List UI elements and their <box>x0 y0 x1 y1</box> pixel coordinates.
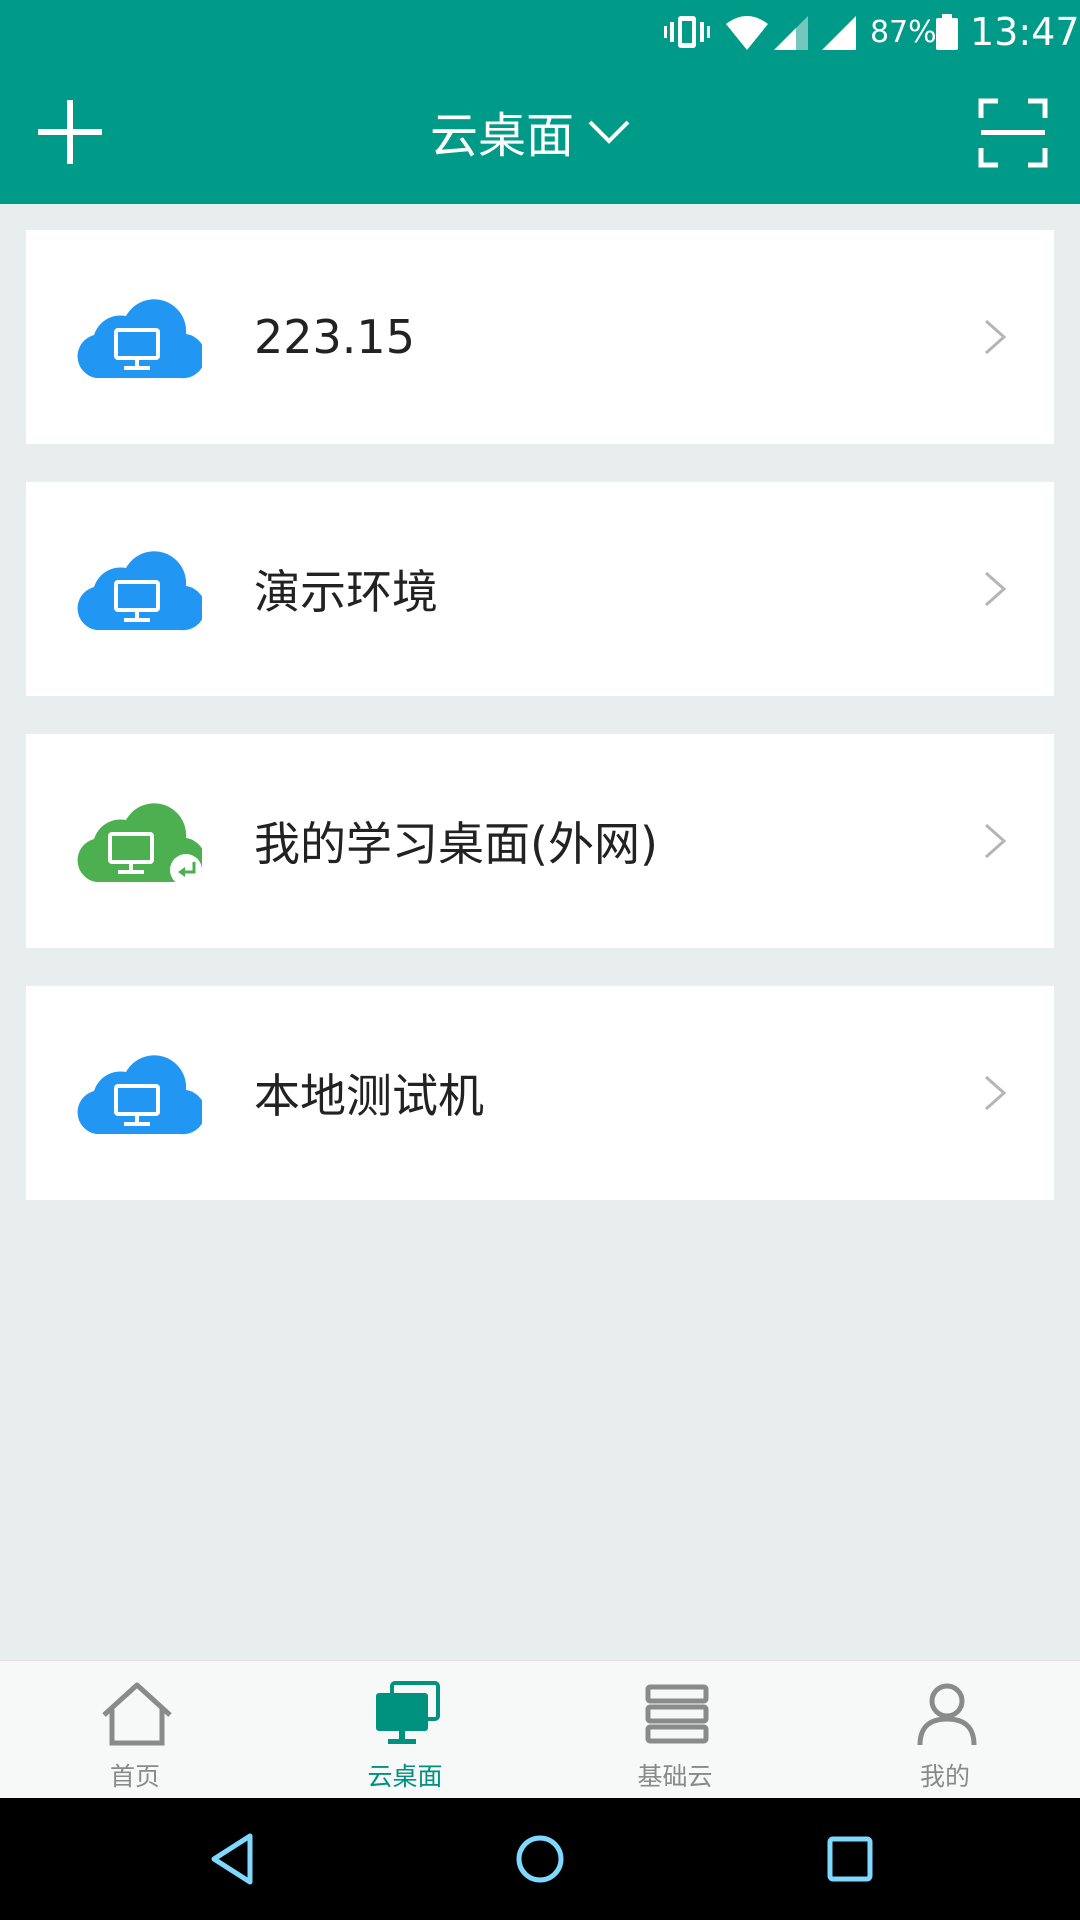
back-icon <box>211 1833 253 1885</box>
back-button[interactable] <box>198 1824 268 1894</box>
desktop-item-label: 我的学习桌面(外网) <box>254 817 658 871</box>
add-icon <box>38 100 102 164</box>
tab-mine[interactable]: 我的 <box>810 1661 1080 1799</box>
home-icon <box>102 1682 172 1746</box>
vibrate-icon <box>664 0 714 64</box>
tab-infrastructure-cloud[interactable]: 基础云 <box>540 1661 810 1799</box>
user-icon <box>917 1683 977 1746</box>
scan-icon <box>978 98 1048 168</box>
cloud-desktop-shared-icon <box>77 803 202 886</box>
home-circle-icon <box>516 1835 564 1883</box>
desktop-item-label: 223.15 <box>254 310 415 364</box>
cloud-desktop-icon <box>77 299 202 379</box>
recents-icon <box>827 1836 873 1882</box>
signal-icon <box>772 0 812 64</box>
top-bar: 87% 13:47 云桌面 <box>0 0 1080 204</box>
status-bar: 87% 13:47 <box>0 0 1080 64</box>
recents-button[interactable] <box>815 1824 885 1894</box>
desktop-item[interactable]: 223.15 <box>26 230 1054 444</box>
desktop-item[interactable]: 演示环境 <box>26 482 1054 696</box>
server-icon <box>645 1684 709 1744</box>
desktop-item-label: 本地测试机 <box>254 1069 484 1123</box>
desktop-item-label: 演示环境 <box>254 565 438 619</box>
scan-button[interactable] <box>978 98 1048 168</box>
chevron-right-icon <box>985 571 1007 607</box>
signal-icon <box>820 0 860 64</box>
tab-label: 首页 <box>109 1762 160 1791</box>
bottom-tab-bar: 首页 云桌面 基础云 我的 <box>0 1660 1080 1799</box>
chevron-right-icon <box>985 823 1007 859</box>
tab-home[interactable]: 首页 <box>0 1661 270 1799</box>
system-nav-bar <box>0 1798 1080 1920</box>
cloud-desktop-icon <box>77 551 202 631</box>
desktop-icon <box>376 1681 440 1744</box>
cloud-desktop-icon <box>77 1055 202 1135</box>
tab-label: 云桌面 <box>367 1762 443 1791</box>
page-title: 云桌面 <box>430 108 575 164</box>
desktop-item[interactable]: 本地测试机 <box>26 986 1054 1200</box>
tab-label: 基础云 <box>637 1762 713 1791</box>
desktop-item[interactable]: 我的学习桌面(外网) <box>26 734 1054 948</box>
tab-cloud-desktop[interactable]: 云桌面 <box>270 1661 540 1799</box>
wifi-icon <box>724 0 772 64</box>
chevron-down-icon <box>588 120 630 144</box>
tab-label: 我的 <box>919 1762 970 1791</box>
clock: 13:47 <box>970 10 1080 54</box>
add-button[interactable] <box>30 92 110 172</box>
chevron-right-icon <box>985 319 1007 355</box>
battery-icon <box>934 0 962 64</box>
battery-percent: 87% <box>870 14 937 50</box>
chevron-right-icon <box>985 1075 1007 1111</box>
home-button[interactable] <box>505 1824 575 1894</box>
workspace-switcher[interactable]: 云桌面 <box>430 96 632 166</box>
